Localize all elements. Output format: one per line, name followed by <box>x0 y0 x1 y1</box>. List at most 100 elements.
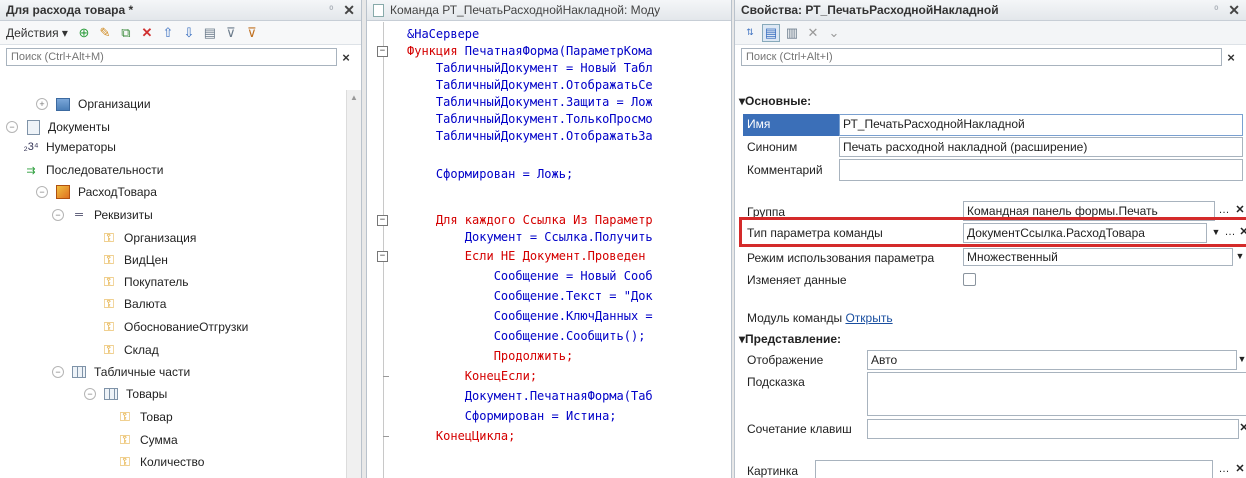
tree-item-label: РасходТовара <box>78 185 157 199</box>
section-view[interactable]: ▾Представление: <box>739 332 841 346</box>
module-label: Модуль команды Открыть <box>747 311 893 325</box>
categories-icon[interactable]: ▤ <box>762 23 780 42</box>
tree-item-label: Нумераторы <box>46 140 116 154</box>
tree-item[interactable]: ⚿ Валюта <box>100 294 166 314</box>
filter-clear-icon[interactable]: ⊽ <box>243 24 261 42</box>
section-main[interactable]: ▾Основные: <box>739 94 811 108</box>
tree-item[interactable]: ⚿ Склад <box>100 340 159 360</box>
copy-icon[interactable]: ⧉ <box>117 24 135 42</box>
fold-toggle-icon[interactable]: − <box>377 251 388 262</box>
tree-item-label: Последовательности <box>46 163 164 177</box>
changes-data-checkbox[interactable] <box>963 273 976 286</box>
pin-icon[interactable]: ⁰ <box>1214 5 1218 16</box>
collapse-icon[interactable]: − <box>84 388 96 400</box>
left-search-row: × <box>0 45 361 69</box>
code-line: Документ = Ссылка.Получить <box>407 230 653 244</box>
tree-item-label: Покупатель <box>124 275 189 289</box>
name-field[interactable]: РТ_ПечатьРасходнойНакладной <box>839 114 1243 136</box>
display-field[interactable]: Авто <box>867 350 1237 370</box>
collapse-icon[interactable]: − <box>52 366 64 378</box>
properties-grid: ▾Основные: Имя РТ_ПечатьРасходнойНакладн… <box>735 66 1246 478</box>
actions-menu[interactable]: Действия ▾ <box>6 26 68 40</box>
move-up-icon[interactable]: ⇧ <box>159 24 177 42</box>
picture-field[interactable] <box>815 460 1213 478</box>
tree-item[interactable]: ⚿ Товар <box>116 407 173 427</box>
code-line: Сообщение.Текст = "Док <box>407 289 653 303</box>
search-input[interactable] <box>6 48 337 66</box>
scroll-up-icon[interactable]: ▲ <box>347 93 361 102</box>
app-window: Для расхода товара * ⁰ ✕ Действия ▾ ⊕ ✎ … <box>0 0 1246 478</box>
properties-icon[interactable]: ▤ <box>201 24 219 42</box>
attributes-icon: ═ <box>75 209 83 221</box>
properties-search-input[interactable] <box>741 48 1222 66</box>
tree-item[interactable]: ₂3⁴ Нумераторы <box>22 137 116 157</box>
tree-item[interactable]: − Табличные части <box>52 362 190 382</box>
filter-icon[interactable]: ⊽ <box>222 24 240 42</box>
display-dropdown-icon[interactable]: ▼ <box>1233 350 1246 370</box>
code-line: Сформирован = Ложь; <box>407 167 574 181</box>
param-type-field[interactable]: ДокументСсылка.РасходТовара <box>963 223 1207 243</box>
tree-item-label: Реквизиты <box>94 208 153 222</box>
delete-icon[interactable]: ✕ <box>138 24 156 42</box>
collapse-icon[interactable]: − <box>6 121 18 133</box>
table-icon <box>70 364 88 380</box>
left-panel-titlebar: Для расхода товара * ⁰ ✕ <box>0 0 361 21</box>
tree-item[interactable]: + Организации <box>36 94 151 114</box>
key-icon: ⚿ <box>104 342 114 357</box>
clear-icon[interactable]: ✕ <box>804 24 822 42</box>
details-icon[interactable]: ▥ <box>783 24 801 42</box>
param-mode-field[interactable]: Множественный <box>963 248 1233 266</box>
code-editor-titlebar: Команда РТ_ПечатьРасходнойНакладной: Мод… <box>367 0 731 21</box>
edit-icon[interactable]: ✎ <box>96 24 114 42</box>
hint-field[interactable] <box>867 372 1246 416</box>
param-mode-label: Режим использования параметра <box>747 251 935 265</box>
module-document-icon <box>373 3 384 17</box>
tree-item[interactable]: ⚿ Организация <box>100 228 196 248</box>
tree-item[interactable]: − РасходТовара <box>36 182 157 202</box>
clear-search-icon[interactable]: × <box>1222 50 1240 65</box>
close-icon[interactable]: ✕ <box>343 2 355 19</box>
tree-item[interactable]: ⚿ ВидЦен <box>100 250 168 270</box>
code-line: КонецЦикла; <box>407 429 516 443</box>
shortcut-clear-icon[interactable]: ✕ <box>1235 419 1246 439</box>
pin-icon[interactable]: ⁰ <box>329 5 333 16</box>
tree-item[interactable]: − Товары <box>84 384 167 404</box>
shortcut-field[interactable] <box>867 419 1239 439</box>
left-panel-title: Для расхода товара * <box>6 3 134 17</box>
tree-scrollbar[interactable]: ▲ <box>346 90 361 478</box>
fold-toggle-icon[interactable]: − <box>377 215 388 226</box>
synonym-field[interactable]: Печать расходной накладной (расширение) <box>839 137 1243 157</box>
add-icon[interactable]: ⊕ <box>75 24 93 42</box>
fold-toggle-icon[interactable]: − <box>377 46 388 57</box>
code-line: Продолжить; <box>407 349 574 363</box>
tree-item[interactable]: ⚿ Сумма <box>116 430 178 450</box>
comment-field[interactable] <box>839 159 1243 181</box>
collapse-icon[interactable]: − <box>52 209 64 221</box>
tree-item-label: Сумма <box>140 433 178 447</box>
code-line: ТабличныйДокумент = Новый Табл <box>407 61 653 75</box>
chevron-down-icon[interactable]: ⌄ <box>825 24 843 42</box>
open-module-link[interactable]: Открыть <box>845 311 892 325</box>
code-line: КонецЕсли; <box>407 369 538 383</box>
code-area[interactable]: &НаСервере Функция ПечатнаяФорма(Параметр… <box>367 22 731 478</box>
clear-search-icon[interactable]: × <box>337 50 355 65</box>
code-line: Сообщение.КлючДанных = <box>407 309 660 323</box>
move-down-icon[interactable]: ⇩ <box>180 24 198 42</box>
picture-clear-icon[interactable]: ✕ <box>1231 460 1246 478</box>
sort-icon[interactable]: ⇅ <box>741 24 759 42</box>
tree-item[interactable]: − Документы <box>6 117 110 137</box>
tree-item[interactable]: − ═ Реквизиты <box>52 205 153 225</box>
tree-item[interactable]: ⚿ Покупатель <box>100 272 188 292</box>
code-line: Сформирован = Истина; <box>407 409 617 423</box>
param-type-clear-icon[interactable]: ✕ <box>1235 223 1246 243</box>
close-icon[interactable]: ✕ <box>1228 2 1240 19</box>
tree-item[interactable]: ⚿ Количество <box>116 452 204 472</box>
function-keyword: Функция <box>407 44 458 58</box>
param-mode-dropdown-icon[interactable]: ▼ <box>1231 247 1246 267</box>
expand-icon[interactable]: + <box>36 98 48 110</box>
collapse-icon[interactable]: − <box>36 186 48 198</box>
synonym-label: Синоним <box>747 140 798 154</box>
tree-item[interactable]: ⇉ Последовательности <box>22 160 163 180</box>
code-line: ТабличныйДокумент.Защита = Лож <box>407 95 653 109</box>
tree-item[interactable]: ⚿ ОбоснованиеОтгрузки <box>100 317 248 337</box>
